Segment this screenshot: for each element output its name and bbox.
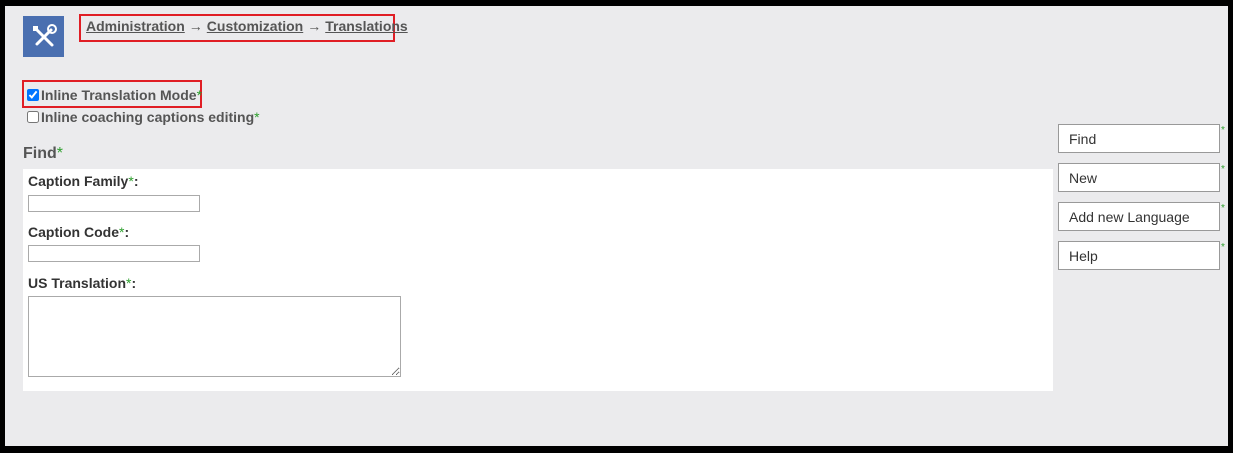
breadcrumb-administration[interactable]: Administration [86, 18, 185, 34]
new-button[interactable]: New [1058, 163, 1220, 192]
find-panel: Caption Family*: Caption Code*: US Trans… [23, 169, 1053, 391]
find-button[interactable]: Find [1058, 124, 1220, 153]
inline-translation-mode-option[interactable]: Inline Translation Mode * [27, 87, 202, 103]
required-star: * [1221, 242, 1225, 253]
caption-family-label: Caption Family*: [28, 173, 138, 189]
caption-code-label: Caption Code*: [28, 224, 129, 240]
inline-coaching-captions-checkbox[interactable] [27, 111, 39, 123]
required-star: * [254, 109, 260, 125]
caption-family-label-text: Caption Family [28, 173, 129, 189]
breadcrumb-translations[interactable]: Translations [325, 18, 407, 34]
app-window: Administration → Customization → Translation… [5, 6, 1228, 446]
label-colon: : [124, 224, 130, 240]
us-translation-textarea[interactable] [28, 296, 401, 377]
find-section-title: Find* [23, 145, 63, 163]
label-colon: : [131, 275, 137, 291]
caption-code-input[interactable] [28, 245, 200, 262]
inline-translation-mode-checkbox[interactable] [27, 89, 39, 101]
required-star: * [56, 145, 63, 162]
us-translation-label-text: US Translation [28, 275, 127, 291]
caption-code-label-text: Caption Code [28, 224, 119, 240]
required-star: * [1221, 125, 1225, 136]
find-title-text: Find [23, 145, 57, 162]
help-button[interactable]: Help [1058, 241, 1220, 270]
required-star: * [1221, 203, 1225, 214]
breadcrumb-separator: → [307, 18, 322, 34]
us-translation-label: US Translation*: [28, 275, 136, 291]
breadcrumb-separator: → [188, 18, 203, 34]
label-colon: : [133, 173, 139, 189]
breadcrumb-customization[interactable]: Customization [207, 18, 303, 34]
required-star: * [1221, 164, 1225, 175]
required-star: * [196, 87, 203, 103]
caption-family-input[interactable] [28, 195, 200, 212]
tools-icon [23, 16, 64, 57]
inline-translation-mode-label: Inline Translation Mode [41, 87, 197, 103]
breadcrumb: Administration → Customization → Translation… [86, 18, 408, 34]
inline-coaching-captions-label: Inline coaching captions editing [41, 109, 255, 125]
inline-coaching-captions-option[interactable]: Inline coaching captions editing * [27, 109, 260, 125]
add-new-language-button[interactable]: Add new Language [1058, 202, 1220, 231]
